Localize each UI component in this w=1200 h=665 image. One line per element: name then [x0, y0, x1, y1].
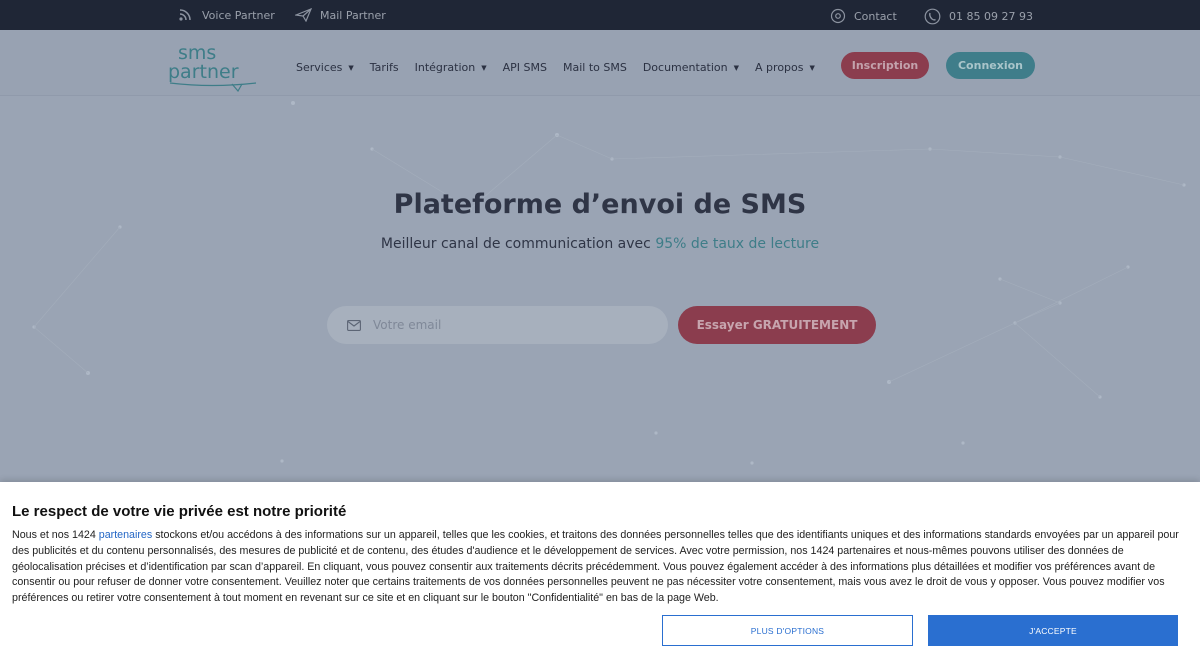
consent-title: Le respect de votre vie privée est notre…	[12, 503, 347, 520]
nav-tarifs-label: Tarifs	[369, 61, 399, 74]
sms-partner-logo[interactable]: sms partner	[166, 36, 262, 93]
nav-api-sms[interactable]: API SMS	[503, 61, 547, 74]
nav-a-propos-label: A propos	[755, 61, 804, 74]
caret-down-icon: ▼	[348, 63, 354, 72]
try-free-button[interactable]: Essayer GRATUITEMENT	[678, 306, 876, 344]
nav-documentation-label: Documentation	[642, 61, 728, 74]
nav-a-propos[interactable]: A propos ▼	[755, 61, 815, 74]
caret-down-icon: ▼	[733, 63, 740, 72]
caret-down-icon: ▼	[481, 63, 487, 72]
email-input[interactable]	[373, 318, 623, 332]
main-nav: Services ▼ Tarifs Intégration ▼ API SMS …	[296, 61, 831, 74]
nav-tarifs[interactable]: Tarifs	[370, 61, 399, 74]
nav-integration[interactable]: Intégration ▼	[415, 61, 487, 74]
voice-partner-link[interactable]: Voice Partner	[178, 8, 275, 22]
contact-link[interactable]: Contact	[830, 8, 897, 24]
phone-number: 01 85 09 27 93	[949, 10, 1033, 23]
consent-text-prefix: Nous et nos 1424	[12, 529, 99, 541]
voice-partner-label: Voice Partner	[202, 8, 275, 22]
partners-link[interactable]: partenaires	[99, 529, 152, 541]
consent-text-body: stockons et/ou accédons à des informatio…	[12, 529, 1179, 605]
hero-title: Plateforme d’envoi de SMS	[393, 189, 807, 220]
more-options-button[interactable]: PLUS D'OPTIONS	[662, 615, 913, 646]
nav-api-sms-label: API SMS	[502, 61, 547, 74]
top-bar: Voice Partner Mail Partner Contact 01 85…	[0, 0, 1200, 30]
envelope-icon	[347, 319, 361, 331]
nav-services[interactable]: Services ▼	[296, 61, 354, 74]
hero-subtitle-accent: 95% de taux de lecture	[655, 236, 820, 252]
cookie-consent-banner: Le respect de votre vie privée est notre…	[0, 482, 1200, 665]
main-header: sms partner Services ▼ Tarifs Intégratio…	[0, 30, 1200, 96]
paper-plane-icon	[295, 8, 312, 22]
nav-integration-label: Intégration	[414, 61, 476, 74]
hero-section: Plateforme d’envoi de SMS Meilleur canal…	[0, 97, 1200, 482]
nav-mail-to-sms[interactable]: Mail to SMS	[563, 61, 627, 74]
hero-subtitle-text: Meilleur canal de communication avec	[380, 236, 656, 252]
nav-services-label: Services	[296, 61, 343, 74]
network-background	[32, 101, 1186, 465]
at-sign-icon	[830, 8, 846, 24]
nav-mail-to-sms-label: Mail to SMS	[562, 61, 627, 74]
phone-link[interactable]: 01 85 09 27 93	[924, 8, 1033, 25]
inscription-button[interactable]: Inscription	[841, 52, 929, 79]
connexion-button[interactable]: Connexion	[946, 52, 1035, 79]
svg-text:partner: partner	[168, 61, 239, 83]
nav-documentation[interactable]: Documentation ▼	[643, 61, 739, 74]
contact-label: Contact	[854, 9, 897, 23]
rss-icon	[179, 9, 191, 21]
phone-icon	[924, 8, 941, 25]
mail-partner-label: Mail Partner	[320, 8, 386, 22]
email-field-container	[327, 306, 668, 344]
mail-partner-link[interactable]: Mail Partner	[295, 8, 386, 22]
hero-subtitle: Meilleur canal de communication avec 95%…	[0, 236, 1200, 252]
consent-text: Nous et nos 1424 partenaires stockons et…	[12, 528, 1182, 607]
caret-down-icon: ▼	[809, 63, 815, 72]
accept-button[interactable]: J'ACCEPTE	[928, 615, 1178, 646]
